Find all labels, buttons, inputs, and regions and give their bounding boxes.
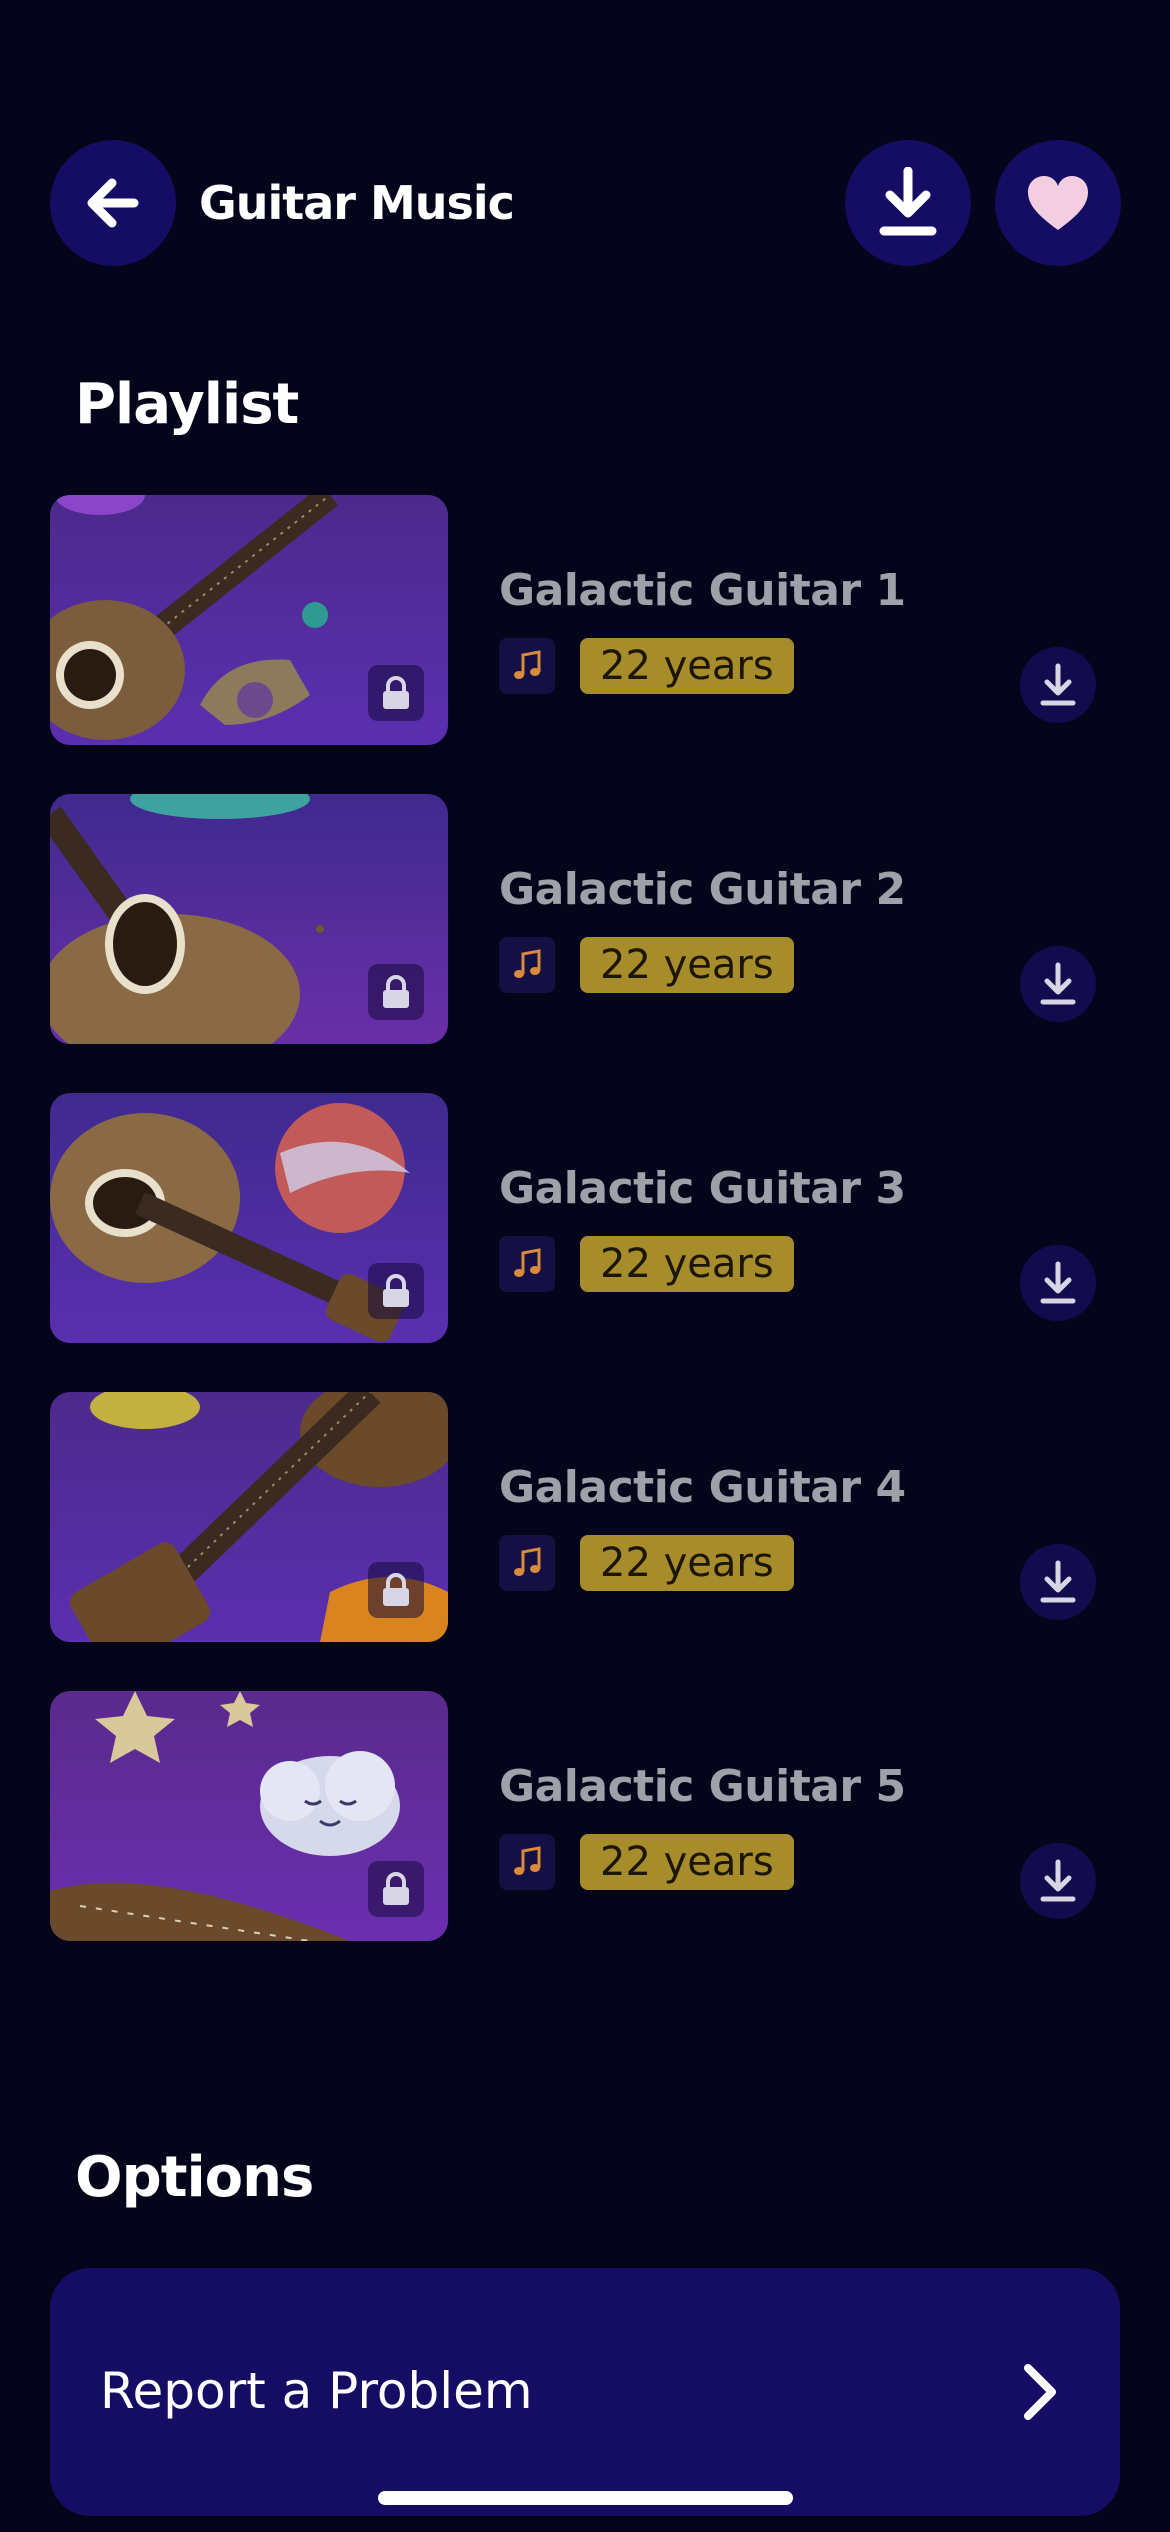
options-heading: Options [75, 2145, 314, 2210]
download-icon [1040, 962, 1076, 1005]
age-badge: 22 years [580, 1535, 794, 1591]
age-badge: 22 years [580, 937, 794, 993]
track-download-button[interactable] [1020, 1544, 1096, 1620]
track-row-1[interactable]: Galactic Guitar 1 22 years [0, 495, 1170, 745]
chevron-right-icon [1024, 2364, 1056, 2420]
download-icon [1040, 1859, 1076, 1902]
track-thumbnail [50, 794, 448, 1044]
back-button[interactable] [50, 140, 176, 266]
lock-icon [368, 1263, 424, 1319]
music-note-icon [499, 1834, 555, 1890]
track-thumbnail [50, 1392, 448, 1642]
age-badge: 22 years [580, 638, 794, 694]
download-all-button[interactable] [845, 140, 971, 266]
age-badge: 22 years [580, 1236, 794, 1292]
track-thumbnail [50, 1093, 448, 1343]
download-icon [1040, 1261, 1076, 1304]
music-note-icon [499, 638, 555, 694]
track-thumbnail [50, 1691, 448, 1941]
track-title: Galactic Guitar 5 [499, 1761, 906, 1812]
playlist-heading: Playlist [75, 372, 299, 437]
page-title: Guitar Music [199, 176, 515, 230]
music-note-icon [499, 1535, 555, 1591]
report-problem-button[interactable]: Report a Problem [50, 2268, 1120, 2516]
download-icon [1040, 663, 1076, 706]
report-problem-label: Report a Problem [100, 2362, 533, 2420]
track-row-3[interactable]: Galactic Guitar 3 22 years [0, 1093, 1170, 1343]
track-download-button[interactable] [1020, 1245, 1096, 1321]
music-note-icon [499, 1236, 555, 1292]
music-note-icon [499, 937, 555, 993]
download-icon [879, 167, 937, 236]
heart-icon [1028, 176, 1088, 230]
favorite-button[interactable] [995, 140, 1121, 266]
lock-icon [368, 665, 424, 721]
age-badge: 22 years [580, 1834, 794, 1890]
track-row-5[interactable]: Galactic Guitar 5 22 years [0, 1691, 1170, 1941]
home-indicator [378, 2491, 793, 2505]
track-title: Galactic Guitar 3 [499, 1163, 906, 1214]
track-title: Galactic Guitar 2 [499, 864, 906, 915]
download-icon [1040, 1560, 1076, 1603]
track-title: Galactic Guitar 1 [499, 565, 906, 616]
track-download-button[interactable] [1020, 1843, 1096, 1919]
track-thumbnail [50, 495, 448, 745]
lock-icon [368, 1861, 424, 1917]
arrow-left-icon [87, 178, 139, 228]
track-download-button[interactable] [1020, 946, 1096, 1022]
track-row-4[interactable]: Galactic Guitar 4 22 years [0, 1392, 1170, 1642]
track-download-button[interactable] [1020, 647, 1096, 723]
track-title: Galactic Guitar 4 [499, 1462, 906, 1513]
track-row-2[interactable]: Galactic Guitar 2 22 years [0, 794, 1170, 1044]
lock-icon [368, 1562, 424, 1618]
lock-icon [368, 964, 424, 1020]
